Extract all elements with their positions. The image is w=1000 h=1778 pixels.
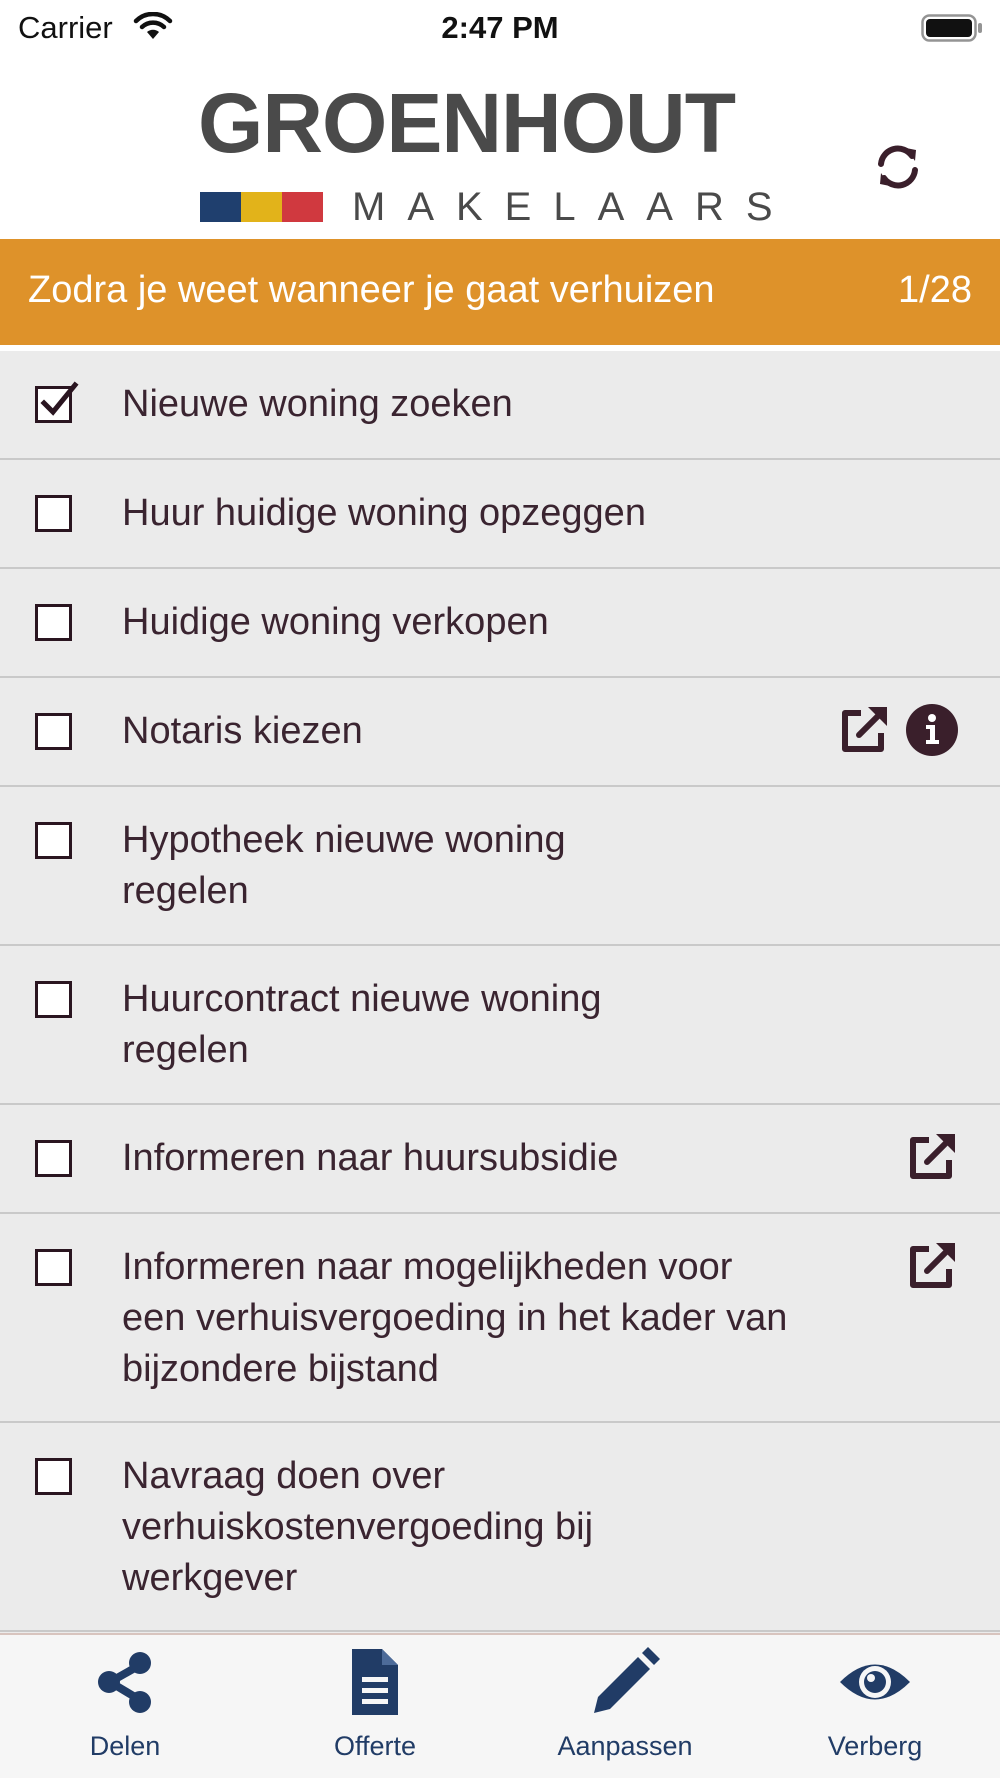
- section-header: Zodra je weet wanneer je gaat verhuizen …: [0, 239, 1000, 345]
- section-title: Zodra je weet wanneer je gaat verhuizen: [28, 269, 715, 311]
- refresh-icon[interactable]: [873, 142, 923, 192]
- battery-icon: [921, 14, 982, 42]
- checkmark-icon: [40, 381, 79, 416]
- checkbox[interactable]: [35, 822, 72, 859]
- tab-aanpassen[interactable]: Aanpassen: [500, 1635, 750, 1778]
- item-label: Hypotheek nieuwe woning regelen: [122, 819, 566, 912]
- list-item[interactable]: Hypotheek nieuwe woning regelen: [0, 787, 1000, 946]
- checkbox[interactable]: [35, 1458, 72, 1495]
- list-item[interactable]: Huurcontract nieuwe woning regelen: [0, 946, 1000, 1105]
- item-label: Navraag doen over verhuiskostenvergoedin…: [122, 1455, 594, 1599]
- item-label: Nieuwe woning zoeken: [122, 383, 513, 425]
- status-bar: Carrier 2:47 PM: [0, 0, 1000, 56]
- checklist[interactable]: Nieuwe woning zoeken Huur huidige woning…: [0, 351, 1000, 1633]
- logo-color-stripes: [200, 192, 323, 222]
- item-label: Huurcontract nieuwe woning regelen: [122, 978, 602, 1071]
- tab-label: Verberg: [827, 1731, 923, 1761]
- eye-icon: [840, 1664, 910, 1700]
- share-icon: [98, 1652, 151, 1713]
- list-item[interactable]: Huur huidige woning opzeggen: [0, 460, 1000, 569]
- list-item[interactable]: Informeren naar huursubsidie: [0, 1105, 1000, 1214]
- info-icon[interactable]: [905, 703, 959, 757]
- checkbox[interactable]: [35, 495, 72, 532]
- item-label: Notaris kiezen: [122, 710, 363, 752]
- checkbox[interactable]: [35, 604, 72, 641]
- tab-bar: Delen Offerte Aanpassen Verberg: [0, 1633, 1000, 1778]
- section-counter: 1/28: [898, 269, 972, 311]
- external-link-icon[interactable]: [905, 1239, 959, 1293]
- document-icon: [352, 1649, 398, 1715]
- item-label: Informeren naar huursubsidie: [122, 1137, 619, 1179]
- checkbox-checked[interactable]: [35, 381, 79, 423]
- tab-delen[interactable]: Delen: [0, 1635, 250, 1778]
- app-header: GROENHOUT MAKELAARS: [0, 56, 1000, 239]
- item-label: Huidige woning verkopen: [122, 601, 549, 643]
- pencil-icon: [594, 1647, 660, 1713]
- tab-label: Offerte: [333, 1731, 417, 1761]
- list-item[interactable]: Navraag doen over verhuiskostenvergoedin…: [0, 1423, 1000, 1632]
- list-item[interactable]: Nieuwe woning zoeken: [0, 351, 1000, 460]
- tab-label: Aanpassen: [557, 1731, 693, 1761]
- logo-subtitle: MAKELAARS: [352, 185, 795, 229]
- tab-verberg[interactable]: Verberg: [750, 1635, 1000, 1778]
- checkbox[interactable]: [35, 981, 72, 1018]
- logo-name: GROENHOUT: [198, 76, 736, 170]
- checkbox[interactable]: [35, 713, 72, 750]
- tab-label: Delen: [89, 1731, 161, 1761]
- item-label: Huur huidige woning opzeggen: [122, 492, 646, 534]
- list-item[interactable]: Notaris kiezen: [0, 678, 1000, 787]
- list-item[interactable]: Huidige woning verkopen: [0, 569, 1000, 678]
- external-link-icon[interactable]: [905, 1130, 959, 1184]
- groenhout-logo: GROENHOUT MAKELAARS: [198, 76, 773, 229]
- checkbox[interactable]: [35, 1249, 72, 1286]
- item-label: Informeren naar mogelijkheden voor een v…: [122, 1246, 788, 1390]
- status-time: 2:47 PM: [441, 10, 559, 45]
- external-link-icon[interactable]: [837, 703, 891, 757]
- list-item[interactable]: Informeren naar mogelijkheden voor een v…: [0, 1214, 1000, 1423]
- checkbox[interactable]: [35, 1140, 72, 1177]
- tab-offerte[interactable]: Offerte: [250, 1635, 500, 1778]
